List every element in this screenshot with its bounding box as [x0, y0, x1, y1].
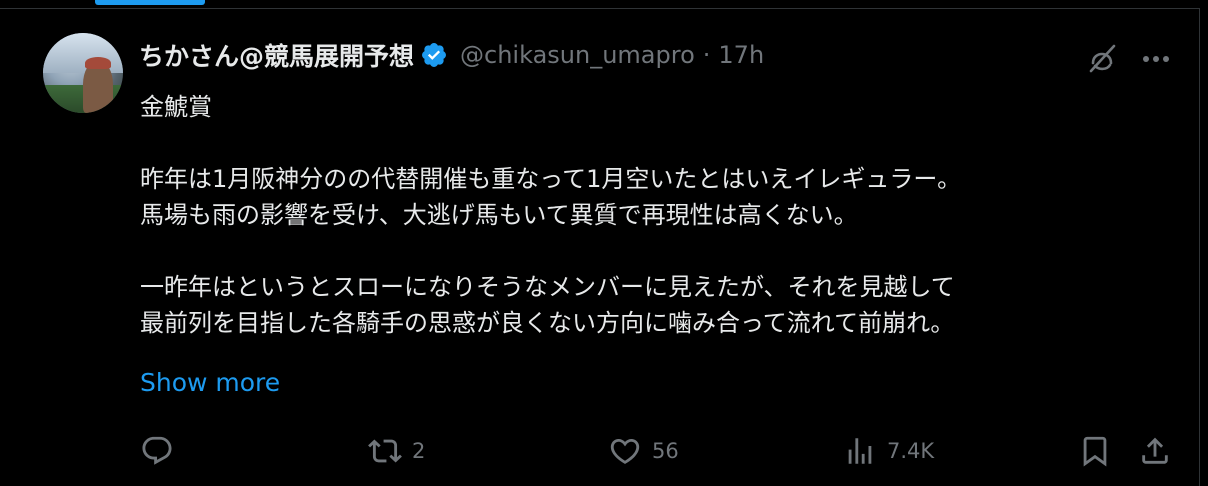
share-button[interactable]	[1138, 427, 1172, 475]
like-count: 56	[652, 439, 679, 463]
retweet-icon	[368, 439, 402, 463]
reply-icon	[142, 436, 172, 465]
reply-button[interactable]	[140, 427, 184, 475]
like-button[interactable]: 56	[608, 427, 679, 475]
verified-badge-icon[interactable]	[420, 41, 448, 69]
bookmark-icon	[1083, 436, 1107, 467]
active-tab-indicator	[95, 0, 205, 5]
tweet-text-line: 一昨年はというとスローになりそうなメンバーに見えたが、それを見越して	[140, 273, 955, 301]
tweet-text: 金鯱賞 昨年は1月阪神分のの代替開催も重なって1月空いたとはいえイレギュラー。 …	[140, 89, 1180, 341]
tweet-text-line: 金鯱賞	[140, 93, 212, 121]
retweet-button[interactable]: 2	[368, 427, 425, 475]
display-name[interactable]: ちかさん@競馬展開予想	[139, 37, 414, 73]
bookmark-button[interactable]	[1078, 427, 1112, 475]
heart-icon	[610, 438, 640, 464]
views-button[interactable]: 7.4K	[843, 427, 934, 475]
grok-icon[interactable]	[1085, 41, 1119, 75]
tweet-text-line: 昨年は1月阪神分のの代替開催も重なって1月空いたとはいえイレギュラー。	[140, 165, 962, 193]
timestamp[interactable]: 17h	[718, 41, 764, 69]
more-options-icon[interactable]	[1139, 44, 1173, 74]
tweet-actions: 2 56 7.4K	[0, 427, 1200, 475]
tweet-card[interactable]: ちかさん@競馬展開予想 @chikasun_umapro · 17h 金鯱賞 昨…	[0, 8, 1200, 486]
show-more-link[interactable]: Show more	[140, 368, 280, 397]
views-icon	[848, 438, 872, 464]
avatar[interactable]	[43, 33, 123, 113]
share-icon	[1142, 437, 1168, 464]
views-count: 7.4K	[887, 439, 935, 463]
user-handle[interactable]: @chikasun_umapro	[460, 41, 695, 69]
tweet-text-line: 馬場も雨の影響を受け、大逃げ馬もいて異質で再現性は高くない。	[140, 201, 858, 229]
retweet-count: 2	[412, 439, 426, 463]
separator-dot: ·	[702, 41, 711, 69]
tweet-text-line: 最前列を目指した各騎手の思惑が良くない方向に噛み合って流れて前崩れ。	[140, 309, 955, 337]
tweet-header: ちかさん@競馬展開予想 @chikasun_umapro · 17h	[139, 35, 764, 75]
